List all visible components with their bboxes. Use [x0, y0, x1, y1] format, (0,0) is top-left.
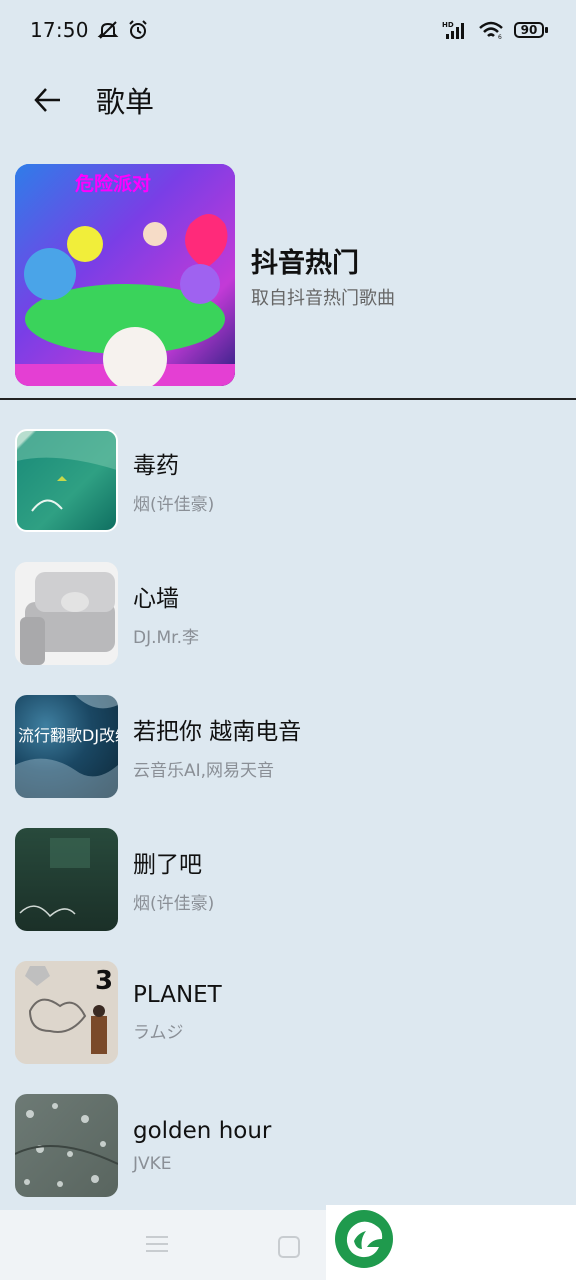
song-title: PLANET	[133, 982, 222, 1008]
song-item[interactable]: golden hour JVKE	[0, 1079, 576, 1212]
playlist-hero[interactable]: 危险派对 抖音热门 取自抖音热门歌曲	[0, 162, 576, 388]
song-item[interactable]: 3 PLANET ラムジ	[0, 946, 576, 1079]
song-artist: 烟(许佳豪)	[133, 495, 215, 515]
song-text: 心墙 DJ.Mr.李	[133, 579, 199, 648]
song-artist: ラムジ	[133, 1023, 184, 1043]
song-artist: DJ.Mr.李	[133, 628, 200, 648]
song-artist: 烟(许佳豪)	[133, 894, 215, 914]
song-cover	[15, 828, 118, 931]
song-text: 删了吧 烟(许佳豪)	[133, 845, 214, 914]
battery-icon: 90	[514, 22, 548, 38]
page-title: 歌单	[96, 85, 155, 119]
cover-title-text: 危险派对	[75, 172, 151, 195]
song-item[interactable]: 心墙 DJ.Mr.李	[0, 547, 576, 680]
song-item[interactable]: 流行翻歌DJ改编 若把你 越南电音 云音乐AI,网易天音	[0, 680, 576, 813]
back-button[interactable]	[18, 70, 78, 130]
svg-text:HD: HD	[442, 21, 454, 29]
divider	[0, 398, 576, 400]
song-artist: JVKE	[133, 1153, 172, 1174]
song-item[interactable]: 删了吧 烟(许佳豪)	[0, 813, 576, 946]
song-text: 若把你 越南电音 云音乐AI,网易天音	[133, 712, 301, 781]
playlist-title: 抖音热门	[251, 247, 359, 279]
song-text: 毒药 烟(许佳豪)	[133, 446, 214, 515]
song-cover-text: 3	[95, 966, 113, 996]
app-badge	[326, 1205, 576, 1280]
home-icon[interactable]	[278, 1236, 300, 1258]
song-title: 删了吧	[133, 852, 202, 878]
song-text: golden hour JVKE	[133, 1118, 271, 1174]
alarm-icon	[127, 19, 149, 41]
song-cover	[15, 562, 118, 665]
header: 歌单	[0, 62, 576, 138]
playlist-cover[interactable]: 危险派对	[15, 164, 235, 386]
svg-text:6: 6	[498, 34, 502, 40]
app-logo-icon	[335, 1210, 393, 1268]
song-list: 毒药 烟(许佳豪) 心墙 DJ.Mr.李 流行翻歌DJ改 若把你 越南电音 云音…	[0, 414, 576, 1212]
arrow-left-icon	[34, 88, 60, 112]
song-title: golden hour	[133, 1117, 272, 1144]
song-item[interactable]: 毒药 烟(许佳豪)	[0, 414, 576, 547]
mute-icon	[97, 19, 119, 41]
hd-signal-icon: HD	[442, 20, 468, 40]
status-bar: 17:50 HD 6 90	[0, 0, 576, 60]
song-artist: 云音乐AI,网易天音	[133, 761, 275, 781]
song-title: 心墙	[133, 586, 179, 612]
menu-icon[interactable]	[146, 1236, 168, 1252]
song-cover	[15, 1094, 118, 1197]
screen: 17:50 HD 6 90 歌单 危险派对 抖音热门 取自抖音热门歌曲 毒药 烟…	[0, 0, 576, 1280]
song-cover	[15, 429, 118, 532]
song-cover-text: 流行翻歌DJ改编	[18, 726, 118, 745]
status-left: 17:50	[30, 18, 149, 42]
status-right: HD 6 90	[442, 20, 548, 40]
status-time: 17:50	[30, 18, 89, 42]
song-title: 毒药	[133, 453, 179, 479]
song-cover: 3	[15, 961, 118, 1064]
song-title: 若把你 越南电音	[133, 719, 302, 745]
wifi-icon: 6	[478, 20, 504, 40]
song-text: PLANET ラムジ	[133, 982, 222, 1043]
playlist-info: 抖音热门 取自抖音热门歌曲	[251, 241, 395, 310]
song-cover: 流行翻歌DJ改编	[15, 695, 118, 798]
playlist-subtitle: 取自抖音热门歌曲	[251, 287, 395, 309]
